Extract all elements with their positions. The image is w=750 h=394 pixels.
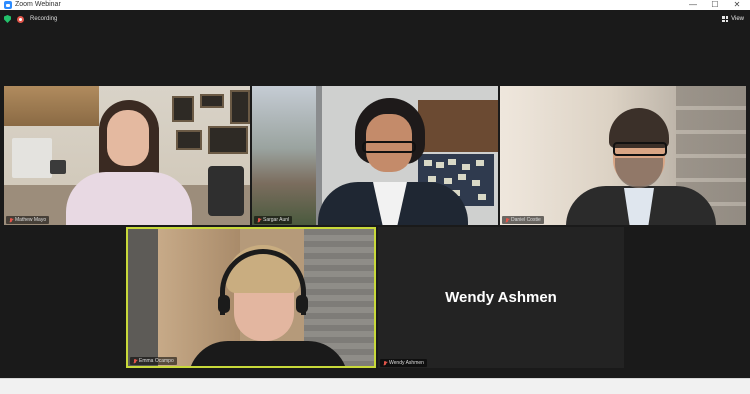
video-tile-emma-ocampo[interactable]: Emma Ocampo <box>126 227 376 368</box>
meeting-status-bar: Recording <box>4 14 57 24</box>
participant-name: Emma Ocampo <box>139 358 174 364</box>
participant-glasses <box>613 142 667 156</box>
video-tile-wendy-ashmen[interactable]: Wendy Ashmen Wendy Ashmen <box>378 227 624 368</box>
window-title: Zoom Webinar <box>15 1 61 8</box>
view-label: View <box>731 16 744 22</box>
participant-name-tag: Emma Ocampo <box>130 357 177 365</box>
office-chair <box>208 166 244 216</box>
participant-beard <box>615 158 663 188</box>
video-tile-mathew-mayo[interactable]: Mathew Mayo <box>4 86 250 225</box>
recording-icon <box>17 15 24 23</box>
mic-muted-icon <box>9 217 13 223</box>
participant-name-tag: Sargar Aunl <box>254 216 293 224</box>
participant-name-tag: Wendy Ashmen <box>380 359 427 367</box>
view-button[interactable]: View <box>722 14 744 24</box>
wall-frame <box>200 94 224 108</box>
wall-frame <box>172 96 194 122</box>
participant-name: Sargar Aunl <box>263 217 290 223</box>
video-tile-daniel-costie[interactable]: Daniel Costie <box>500 86 746 225</box>
participant-name-tag: Daniel Costie <box>502 216 544 224</box>
shield-icon[interactable] <box>4 15 11 23</box>
background-cabinet <box>418 100 498 152</box>
wall-frame <box>208 126 248 154</box>
mic-muted-icon <box>133 358 137 364</box>
maximize-button[interactable]: ☐ <box>708 0 722 10</box>
mic-muted-icon <box>505 217 509 223</box>
wall-frame <box>176 130 202 150</box>
participant-body <box>66 172 192 225</box>
mic-muted-icon <box>383 360 387 366</box>
headset-earcup-right <box>296 295 308 313</box>
participant-face <box>107 110 149 166</box>
mic-muted-icon <box>257 217 261 223</box>
close-button[interactable]: ✕ <box>730 0 744 10</box>
participant-name: Wendy Ashmen <box>389 360 424 366</box>
printer <box>12 138 52 178</box>
headset-earcup-left <box>218 295 230 313</box>
wall-frame <box>230 90 250 124</box>
participant-name: Mathew Mayo <box>15 217 47 223</box>
participant-body <box>188 341 348 366</box>
recording-label: Recording <box>30 16 58 22</box>
grid-view-icon <box>722 16 729 22</box>
minimize-button[interactable]: — <box>686 0 700 10</box>
bottom-toolbar <box>0 378 750 394</box>
participant-name: Daniel Costie <box>511 217 541 223</box>
participant-display-name: Wendy Ashmen <box>445 289 557 306</box>
background-wall <box>128 229 158 366</box>
zoom-app-icon <box>4 1 12 9</box>
video-tile-sargar-aunl[interactable]: Sargar Aunl <box>252 86 498 225</box>
window-titlebar: Zoom Webinar — ☐ ✕ <box>0 0 750 10</box>
participant-name-tag: Mathew Mayo <box>6 216 50 224</box>
desk-phone <box>50 160 66 174</box>
background-shelf <box>4 86 99 126</box>
participant-glasses <box>362 141 416 153</box>
background-window <box>252 86 322 225</box>
